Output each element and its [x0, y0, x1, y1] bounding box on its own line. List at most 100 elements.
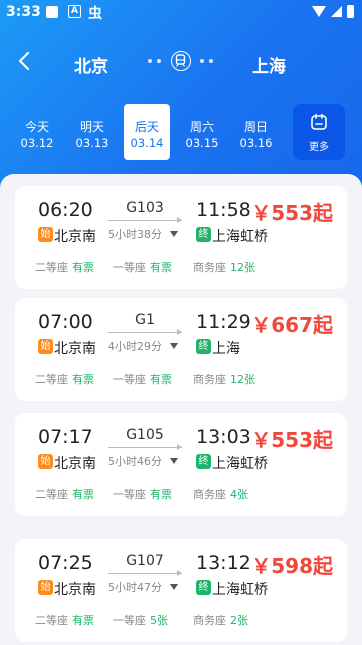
bug-app-icon: 虫 [88, 6, 102, 22]
seat-status: 有票 [72, 373, 94, 386]
end-station-badge: 终 [196, 339, 211, 354]
seat-name: 二等座 [35, 261, 68, 274]
dot-icon [200, 59, 204, 63]
departure-station: 北京南 [54, 582, 96, 598]
seat-status: 有票 [150, 373, 172, 386]
departure-time: 07:00 [38, 311, 93, 333]
seat-business-class: 商务座 12张 [193, 259, 255, 275]
arrival-time: 11:58 [196, 199, 251, 221]
date-tab-date: 03.13 [75, 136, 109, 150]
train-icon [171, 51, 191, 71]
seat-status: 有票 [72, 488, 94, 501]
end-station-badge: 终 [196, 454, 211, 469]
seat-name: 商务座 [193, 373, 226, 386]
date-tab-sunday[interactable]: 周日 03.16 [233, 104, 279, 160]
seat-status: 有票 [150, 261, 172, 274]
date-tab-tomorrow[interactable]: 明天 03.13 [69, 104, 115, 160]
seat-first-class: 一等座 有票 [113, 259, 172, 275]
seat-business-class: 商务座 4张 [193, 486, 248, 502]
seat-second-class: 二等座 有票 [35, 486, 94, 502]
notification-app-icon [46, 6, 58, 18]
end-station-badge: 终 [196, 580, 211, 595]
seat-business-class: 商务座 2张 [193, 612, 248, 628]
departure-time: 07:17 [38, 426, 93, 448]
end-station-badge: 终 [196, 227, 211, 242]
seat-name: 一等座 [113, 261, 146, 274]
departure-time: 07:25 [38, 552, 93, 574]
seat-name: 二等座 [35, 373, 68, 386]
arrival-station: 上海虹桥 [212, 582, 268, 598]
price: ￥667起 [251, 313, 333, 337]
price: ￥553起 [251, 428, 333, 452]
arrival-city[interactable]: 上海 [252, 52, 286, 77]
expand-stops-icon[interactable] [170, 458, 178, 464]
departure-station: 北京南 [54, 456, 96, 472]
status-time: 3:33 [6, 4, 41, 20]
dot-icon [148, 59, 152, 63]
more-dates-button[interactable]: 更多 [293, 104, 345, 160]
seat-second-class: 二等座 有票 [35, 612, 94, 628]
expand-stops-icon[interactable] [170, 231, 178, 237]
expand-stops-icon[interactable] [170, 584, 178, 590]
back-arrow-icon[interactable] [14, 50, 36, 72]
train-card[interactable]: 07:17 G105 13:03 ￥553起 始 北京南 5小时46分 终 上海… [15, 413, 347, 516]
duration: 5小时47分 [108, 581, 162, 594]
seat-second-class: 二等座 有票 [35, 371, 94, 387]
route-arrow [108, 444, 182, 450]
price: ￥598起 [251, 554, 333, 578]
date-tab-date: 03.14 [130, 136, 164, 150]
seat-name: 一等座 [113, 614, 146, 627]
departure-city[interactable]: 北京 [74, 52, 108, 77]
train-card[interactable]: 07:25 G107 13:12 ￥598起 始 北京南 5小时47分 终 上海… [15, 539, 347, 642]
arrival-station: 上海虹桥 [212, 456, 268, 472]
departure-station: 北京南 [54, 229, 96, 245]
date-tab-day-after[interactable]: 后天 03.14 [124, 104, 170, 160]
seat-status: 12张 [230, 261, 255, 274]
start-station-badge: 始 [38, 454, 53, 469]
train-number: G105 [126, 427, 164, 443]
date-tab-label: 周日 [243, 120, 268, 134]
date-tab-label: 明天 [79, 120, 104, 134]
date-tab-today[interactable]: 今天 03.12 [14, 104, 60, 160]
calendar-icon [311, 113, 327, 130]
battery-icon [347, 5, 354, 18]
dot-icon [209, 59, 213, 63]
status-bar: 3:33 A 虫 [0, 0, 362, 26]
route-header: 北京 上海 [0, 44, 362, 80]
expand-stops-icon[interactable] [170, 343, 178, 349]
seat-name: 一等座 [113, 373, 146, 386]
seat-status: 有票 [72, 261, 94, 274]
seat-first-class: 一等座 有票 [113, 486, 172, 502]
seat-name: 商务座 [193, 261, 226, 274]
date-tab-label: 今天 [24, 120, 49, 134]
wifi-icon [312, 6, 326, 17]
route-arrow [108, 217, 182, 223]
seat-status: 2张 [230, 614, 248, 627]
seat-status: 5张 [150, 614, 168, 627]
date-tab-saturday[interactable]: 周六 03.15 [179, 104, 225, 160]
arrival-time: 11:29 [196, 311, 251, 333]
date-tab-date: 03.15 [185, 136, 219, 150]
train-card[interactable]: 07:00 G1 11:29 ￥667起 始 北京南 4小时29分 终 上海 二… [15, 298, 347, 401]
seat-name: 一等座 [113, 488, 146, 501]
arrival-time: 13:12 [196, 552, 251, 574]
seat-first-class: 一等座 5张 [113, 612, 168, 628]
seat-status: 有票 [72, 614, 94, 627]
arrival-time: 13:03 [196, 426, 251, 448]
a-app-icon: A [68, 5, 81, 18]
route-arrow [108, 329, 182, 335]
train-number: G107 [126, 553, 164, 569]
seat-name: 二等座 [35, 614, 68, 627]
start-station-badge: 始 [38, 339, 53, 354]
train-card[interactable]: 06:20 G103 11:58 ￥553起 始 北京南 5小时38分 终 上海… [15, 186, 347, 289]
duration: 5小时46分 [108, 455, 162, 468]
seat-name: 商务座 [193, 614, 226, 627]
date-tab-label: 后天 [134, 120, 159, 134]
more-dates-label: 更多 [309, 142, 329, 153]
swap-route-button[interactable] [146, 49, 216, 73]
start-station-badge: 始 [38, 580, 53, 595]
date-tab-date: 03.12 [20, 136, 54, 150]
duration: 5小时38分 [108, 228, 162, 241]
seat-status: 有票 [150, 488, 172, 501]
arrival-station: 上海虹桥 [212, 229, 268, 245]
